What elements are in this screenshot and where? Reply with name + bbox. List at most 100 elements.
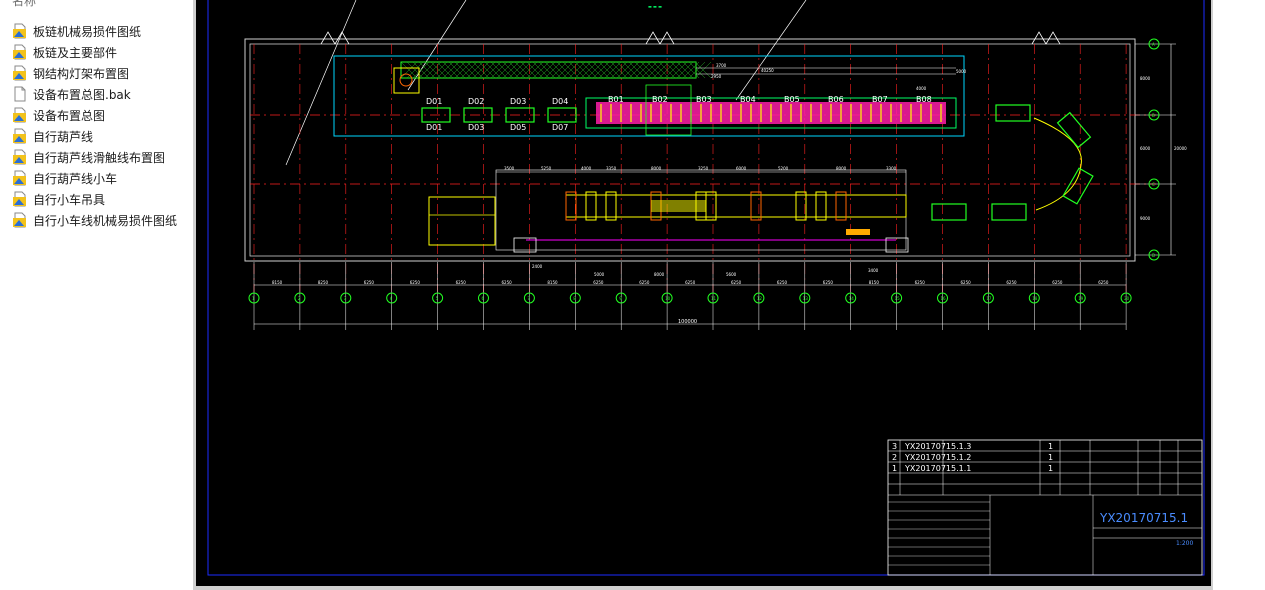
file-item-label: 板链及主要部件	[33, 45, 118, 60]
grid-dimension-label: 8250	[318, 280, 329, 285]
parts-row-qty: 1	[1048, 464, 1053, 473]
axis-marker-label: 3	[344, 296, 347, 301]
parts-row-qty: 1	[1048, 442, 1053, 451]
station-label: D03	[468, 123, 484, 132]
file-item[interactable]: 自行小车吊具	[12, 189, 192, 209]
building-outline-outer	[244, 38, 1136, 262]
file-item-label: 自行葫芦线小车	[33, 171, 118, 186]
lower-dimension-label: 3250	[698, 166, 709, 171]
axis-marker-label: 18	[1032, 296, 1038, 301]
file-item-label: 自行葫芦线滑触线布置图	[33, 150, 166, 165]
total-length-label: 100000	[678, 319, 697, 325]
file-item-label: 自行小车吊具	[33, 192, 106, 207]
chain-station-label: B02	[652, 95, 668, 104]
horizontal-axis-lines	[250, 114, 1156, 185]
chain-station-label: B05	[784, 95, 800, 104]
dwg-file-icon	[12, 23, 28, 39]
cad-drawing-canvas[interactable]: ▬ ▬ ▬ D01 D02 D03 D04 D01 D03 D05 D07 B01 B0	[196, 0, 1211, 586]
chain-station-label: B07	[872, 95, 888, 104]
grid-dimension-label: 6250	[593, 280, 604, 285]
grid-dimension-label: 6250	[410, 280, 421, 285]
file-item[interactable]: 自行葫芦线滑触线布置图	[12, 147, 192, 167]
station-label: D01	[426, 97, 442, 106]
file-item[interactable]: 设备布置总图	[12, 105, 192, 125]
upper-dimension-label: 3700	[716, 63, 727, 68]
station-label: D03	[510, 97, 526, 106]
file-item-label: 设备布置总图.bak	[33, 87, 131, 102]
lower-equipment-unit	[835, 191, 847, 221]
column-header-name[interactable]: 名称	[12, 0, 36, 9]
file-item-label: 板链机械易损件图纸	[33, 24, 142, 39]
dwg-file-icon	[12, 170, 28, 186]
grid-dimension-label: 8150	[547, 280, 558, 285]
dwg-file-icon	[12, 107, 28, 123]
axis-marker-label: 16	[941, 296, 947, 301]
chain-station-label: B04	[740, 95, 756, 104]
parts-row-no: 3	[892, 442, 897, 451]
lower-equipment-unit	[705, 191, 717, 221]
file-item-label: 自行小车线机械易损件图纸	[33, 213, 178, 228]
axis-marker-label: C	[1152, 182, 1155, 187]
upper-dimension-label: 5000	[956, 69, 967, 74]
car-icon	[995, 104, 1031, 122]
chain-station-label: B06	[828, 95, 844, 104]
grid-dimension-label: 6250	[1052, 280, 1063, 285]
file-item[interactable]: 板链机械易损件图纸	[12, 21, 192, 41]
file-list-panel: 名称 板链机械易损件图纸 板链及主要部件钢结构灯架布置图设备布置总图.bak 设备布…	[0, 0, 193, 590]
lower-dimension-label: 3300	[886, 166, 897, 171]
car-icon	[1056, 111, 1092, 149]
dwg-file-icon	[12, 191, 28, 207]
grid-dimension-label: 6250	[456, 280, 467, 285]
grid-dimension-label: 6250	[915, 280, 926, 285]
grid-dimension-label: 6250	[502, 280, 513, 285]
right-dimension-label: 9000	[1140, 216, 1151, 221]
dwg-file-icon	[12, 65, 28, 81]
right-dimension-label: 8000	[1140, 76, 1151, 81]
station-label: D05	[510, 123, 526, 132]
file-item[interactable]: 自行葫芦线小车	[12, 168, 192, 188]
grid-dimension-label: 6250	[364, 280, 375, 285]
lower-ladder	[846, 229, 870, 235]
grid-dimension-label: 6250	[639, 280, 650, 285]
lower-equipment-unit	[605, 191, 617, 221]
chain-station-label: B01	[608, 95, 624, 104]
upper-dimension-label: 4000	[916, 86, 927, 91]
lower-dimension-label: 5250	[541, 166, 552, 171]
grid-dimension-label: 8150	[869, 280, 880, 285]
file-item[interactable]: 设备布置总图.bak	[12, 84, 192, 104]
parts-row-code: YX20170715.1.1	[904, 464, 971, 473]
station-label: D07	[552, 123, 568, 132]
file-item[interactable]: 板链及主要部件	[12, 42, 192, 62]
file-item[interactable]: 钢结构灯架布置图	[12, 63, 192, 83]
lower-dimension-label: 8000	[651, 166, 662, 171]
file-item-label: 自行葫芦线	[33, 129, 94, 144]
axis-marker-label: 15	[895, 296, 901, 301]
file-item[interactable]: 自行小车线机械易损件图纸	[12, 210, 192, 230]
axis-marker-label: 13	[803, 296, 809, 301]
lower-equipment-unit	[750, 191, 762, 221]
lower-dimension-label: 3500	[504, 166, 515, 171]
car-icon	[1062, 167, 1094, 205]
drawing-frame-border	[207, 0, 1205, 576]
car-icon	[991, 203, 1027, 221]
upper-dimension-label: 2950	[711, 74, 722, 79]
building-outline-inner	[249, 43, 1131, 257]
parts-row-code: YX20170715.1.3	[904, 442, 971, 451]
lower-conveyor-segment	[651, 200, 706, 212]
drawing-header-text: ▬ ▬ ▬	[648, 4, 662, 9]
axis-marker-label: D	[1152, 253, 1155, 258]
right-dimension-label: 6000	[1140, 146, 1151, 151]
axis-marker-label: 2	[298, 296, 301, 301]
grid-dimension-label: 8150	[272, 280, 283, 285]
station-label: D01	[426, 123, 442, 132]
lower-dimension-label: 8000	[836, 166, 847, 171]
axis-marker-label: 8	[573, 296, 576, 301]
file-item[interactable]: 自行葫芦线	[12, 126, 192, 146]
lower-dimension-label: 2400	[532, 264, 543, 269]
grid-dimension-label: 6250	[1006, 280, 1017, 285]
lower-dimension-label: 5000	[594, 272, 605, 277]
blank-file-icon	[12, 86, 28, 102]
chain-station-label: B08	[916, 95, 932, 104]
lower-equipment-unit	[815, 191, 827, 221]
lift-station-circle	[399, 73, 413, 87]
